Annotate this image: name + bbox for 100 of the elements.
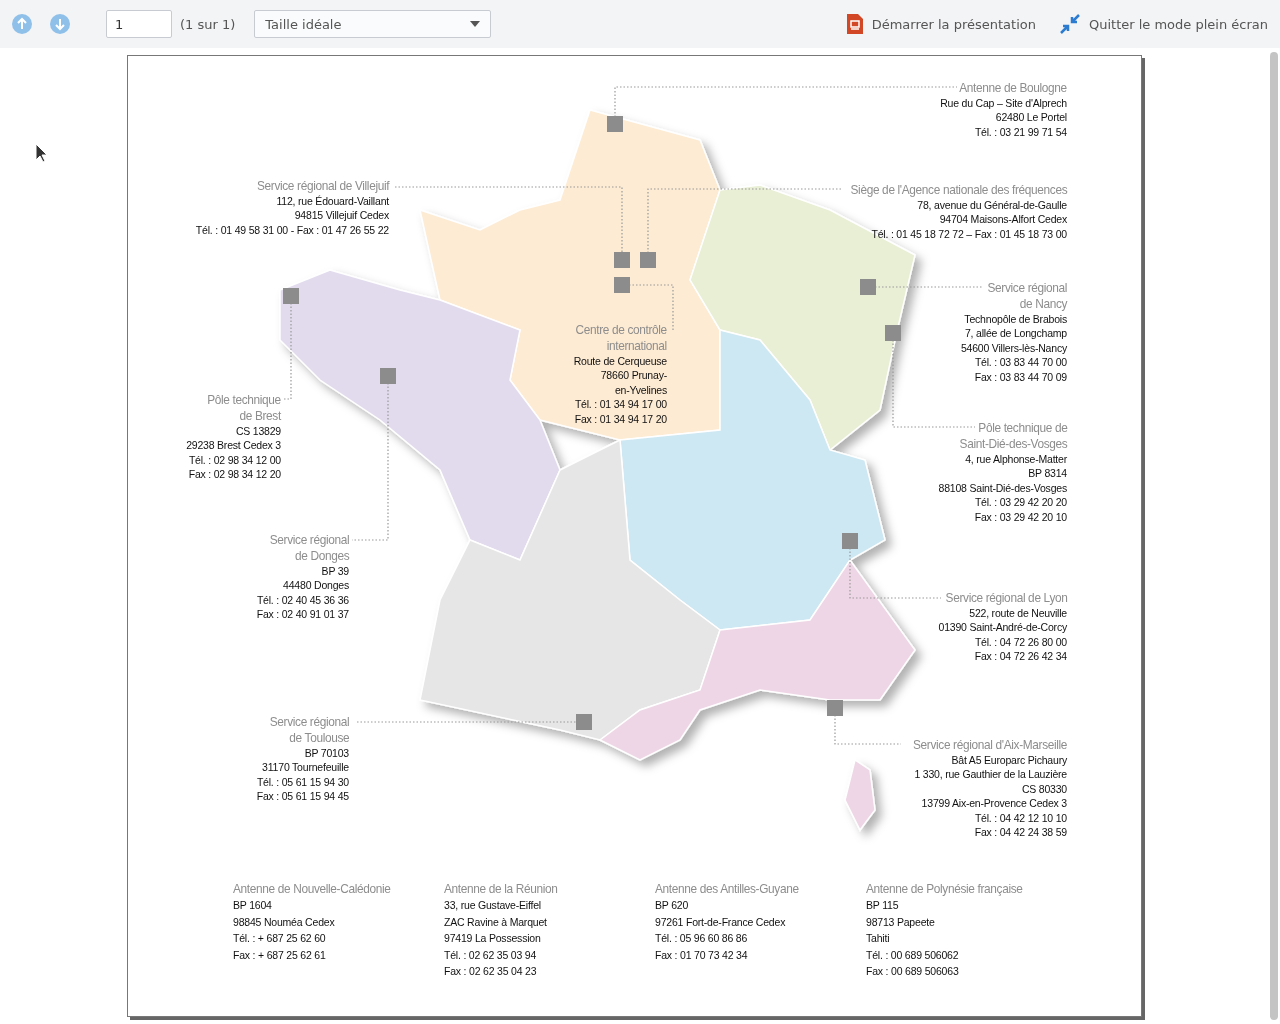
address-line: CS 13829 — [234, 424, 281, 439]
address-line: 29238 Brest Cedex 3 — [186, 438, 281, 453]
location-marker — [842, 533, 858, 549]
address-line: 98713 Papeete — [866, 914, 936, 930]
leader-line — [834, 714, 902, 745]
address-line: Tél. : 03 29 42 20 20 — [973, 495, 1067, 510]
address-line: 44480 Donges — [282, 578, 349, 593]
address-line: Tél. : 01 34 94 17 00 — [573, 397, 667, 412]
address-line: Fax : 04 42 24 38 59 — [973, 825, 1067, 840]
page-number-field[interactable]: 1 — [106, 10, 172, 38]
address-line: Tahiti — [866, 931, 891, 946]
office-title: Service régional — [268, 532, 349, 548]
scrollbar[interactable] — [1270, 52, 1278, 1020]
office-title: de Donges — [293, 548, 349, 564]
location-marker — [640, 252, 656, 268]
address-line: Fax : 02 98 34 12 20 — [187, 467, 281, 482]
address-line: 33, rue Gustave-Eiffel — [444, 898, 542, 913]
caret-icon — [470, 21, 481, 27]
address-line: Tél. : 02 40 45 36 36 — [256, 592, 349, 608]
address-line: Tél. : 03 21 99 71 54 — [973, 124, 1067, 140]
office-title: Centre de contrôle — [575, 322, 667, 338]
address-line: 7, allée de Longchamp — [963, 326, 1067, 341]
location-marker — [283, 288, 299, 304]
address-line: Tél. : 00 689 506062 — [866, 947, 960, 963]
address-line: Fax : 05 61 15 94 45 — [256, 789, 349, 804]
office-title: de Brest — [238, 408, 281, 424]
address-line: Tél. : 04 42 12 10 10 — [973, 810, 1067, 826]
address-line: 1 330, rue Gauthier de la Lauzière — [913, 767, 1067, 782]
address-line: 97419 La Possession — [444, 931, 542, 946]
office-title: Service régional — [986, 280, 1067, 296]
office-title: de Nancy — [1018, 296, 1067, 312]
mouse-cursor-icon — [35, 143, 47, 163]
location-marker — [614, 252, 630, 268]
office-title: Siège de l'Agence nationale des fréquences — [850, 182, 1067, 198]
address-line: BP 620 — [655, 898, 690, 913]
office-title: Antenne de Nouvelle-Calédonie — [233, 881, 392, 897]
address-line: Fax : 03 83 44 70 09 — [973, 369, 1067, 385]
address-line: Fax : 03 29 42 20 10 — [973, 509, 1067, 525]
zoom-select[interactable]: Taille idéale — [254, 10, 492, 38]
address-line: en-Yvelines — [613, 382, 667, 398]
address-line: Tél. : 04 72 26 80 00 — [973, 634, 1067, 650]
address-line: Fax : + 687 25 62 61 — [233, 947, 327, 963]
address-line: 78, avenue du Général-de-Gaulle — [916, 198, 1067, 213]
address-line: 94815 Villejuif Cedex — [293, 208, 389, 223]
address-line: Tél. : 03 83 44 70 00 — [973, 355, 1067, 370]
address-line: Fax : 00 689 506063 — [866, 964, 960, 979]
address-line: Bât A5 Europarc Pichaury — [950, 753, 1067, 768]
address-line: Tél. : 02 62 35 03 94 — [444, 947, 538, 963]
present-button[interactable]: Démarrer la présentation — [846, 14, 1036, 34]
exit-fullscreen-button[interactable]: Quitter le mode plein écran — [1059, 14, 1268, 34]
address-line: Rue du Cap – Site d'Alprech — [940, 96, 1067, 111]
office-title: Service régional de Villejuif — [255, 178, 389, 194]
address-line: Tél. : 05 61 15 94 30 — [256, 774, 349, 790]
address-line: BP 8314 — [1027, 466, 1067, 481]
location-marker — [576, 714, 592, 730]
address-line: Tél. : + 687 25 62 60 — [233, 931, 327, 946]
location-marker — [827, 700, 843, 716]
address-line: 4, rue Alphonse-Matter — [964, 452, 1067, 467]
address-line: Tél. : 01 49 58 31 00 - Fax : 01 47 26 55 22 — [195, 222, 389, 238]
address-line: Fax : 01 34 94 17 20 — [573, 411, 667, 427]
address-line: Route de Cerqueuse — [572, 354, 667, 369]
location-marker — [380, 368, 396, 384]
address-line: Fax : 02 40 91 01 37 — [256, 607, 349, 622]
address-line: 98845 Nouméa Cedex — [233, 914, 336, 930]
address-line: 78660 Prunay- — [599, 368, 667, 383]
office-title: Antenne de la Réunion — [444, 881, 559, 897]
page-count: (1 sur 1) — [180, 16, 236, 32]
location-marker — [860, 279, 876, 295]
address-line: CS 80330 — [1020, 781, 1067, 797]
address-line: 88108 Saint-Dié-des-Vosges — [938, 480, 1067, 496]
address-line: 97261 Fort-de-France Cedex — [655, 914, 787, 930]
office-title: Saint-Dié-des-Vosges — [958, 436, 1067, 452]
collapse-arrows-icon — [1059, 14, 1080, 34]
arrow-up-icon[interactable] — [12, 14, 32, 34]
address-line: BP 39 — [320, 564, 349, 579]
address-line: 31170 Tournefeuille — [261, 760, 349, 775]
location-marker — [607, 116, 623, 132]
address-line: 112, rue Édouard-Vaillant — [275, 194, 389, 209]
office-title: Pôle technique — [206, 392, 281, 408]
office-title: Service régional — [268, 714, 349, 730]
address-line: 522, route de Neuville — [968, 606, 1067, 621]
office-title: Antenne de Polynésie française — [866, 881, 1024, 897]
address-line: Technopôle de Brabois — [963, 312, 1067, 327]
address-line: BP 1604 — [233, 898, 273, 913]
address-line: 94704 Maisons-Alfort Cedex — [938, 212, 1067, 227]
address-line: BP 70103 — [303, 746, 349, 761]
office-title: Service régional d'Aix-Marseille — [912, 737, 1067, 753]
arrow-down-icon[interactable] — [50, 14, 70, 34]
address-line: Fax : 04 72 26 42 34 — [973, 649, 1067, 664]
address-line: BP 115 — [866, 898, 900, 913]
address-line: Tél. : 01 45 18 72 72 – Fax : 01 45 18 73 00 — [870, 226, 1067, 242]
location-marker — [885, 325, 901, 341]
office-title: Service régional de Lyon — [945, 590, 1067, 606]
office-title: Antenne des Antilles-Guyane — [655, 881, 800, 897]
office-title: Antenne de Boulogne — [958, 80, 1067, 96]
address-line: Tél. : 02 98 34 12 00 — [187, 452, 281, 468]
address-line: Fax : 01 70 73 42 34 — [655, 947, 749, 963]
presentation-icon — [846, 14, 863, 34]
office-title: Pôle technique de — [976, 420, 1067, 436]
address-line: Fax : 02 62 35 04 23 — [444, 964, 538, 979]
